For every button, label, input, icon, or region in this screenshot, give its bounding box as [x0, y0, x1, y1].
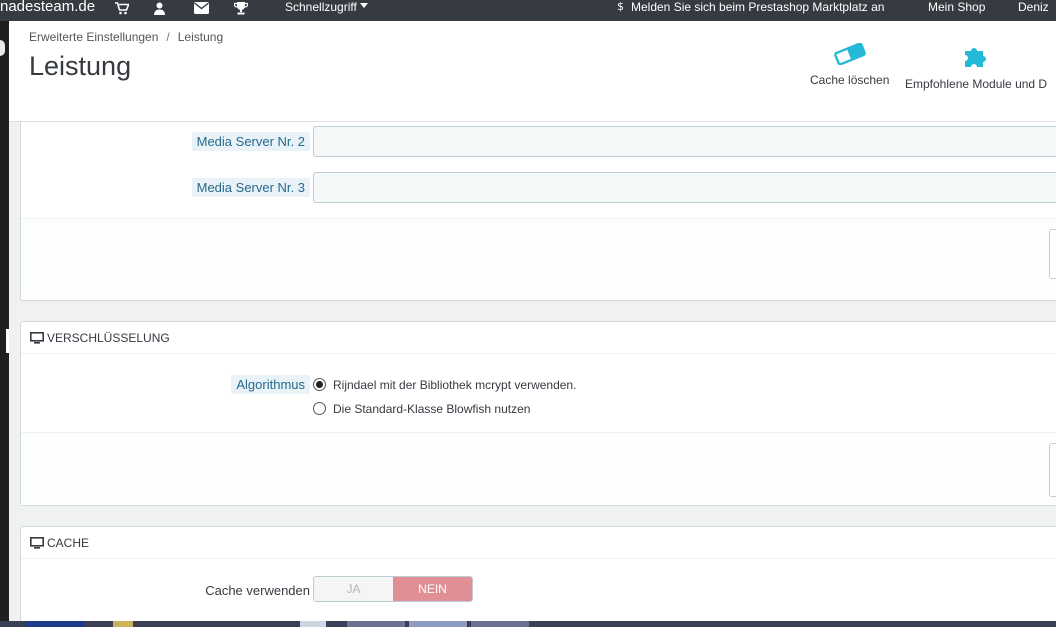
taskbar-app-active[interactable]	[409, 621, 467, 627]
use-cache-no[interactable]: NEIN	[393, 577, 472, 601]
algorithm-label: Algorithmus	[231, 375, 310, 394]
algorithm-option-blowfish[interactable]: Die Standard-Klasse Blowfish nutzen	[313, 402, 530, 416]
media-server-2-label: Media Server Nr. 2	[191, 132, 310, 151]
cache-panel-heading: CACHE	[21, 527, 1056, 559]
my-shop-link[interactable]: Mein Shop	[928, 0, 985, 14]
clear-cache-label: Cache löschen	[810, 73, 890, 87]
breadcrumb-item-advanced-settings[interactable]: Erweiterte Einstellungen	[29, 30, 158, 44]
media-servers-panel: Media Server Nr. 2 Media Server Nr. 3	[20, 122, 1056, 301]
media-server-2-input[interactable]	[313, 126, 1056, 157]
use-cache-switch[interactable]: JA NEIN	[313, 576, 473, 602]
user-icon[interactable]	[153, 2, 169, 16]
employee-menu[interactable]: Deniz	[1018, 0, 1049, 14]
envelope-icon[interactable]	[194, 2, 210, 16]
chevron-down-icon	[359, 3, 368, 9]
recommended-modules-label: Empfohlene Module und D	[905, 77, 1048, 91]
taskbar-app[interactable]	[347, 621, 405, 627]
puzzle-icon	[965, 48, 987, 67]
encryption-panel-heading: VERSCHLÜSSELUNG	[21, 322, 1056, 354]
sidebar-edge	[0, 21, 9, 621]
main-content: Media Server Nr. 2 Media Server Nr. 3 VE…	[9, 122, 1056, 621]
currency-icon: $	[617, 0, 624, 13]
radio-unchecked-icon[interactable]	[313, 402, 326, 415]
clear-cache-button[interactable]: Cache löschen	[810, 43, 889, 87]
cart-icon[interactable]	[115, 2, 131, 16]
desktop-icon	[30, 537, 44, 549]
marketplace-login-link[interactable]: $ Melden Sie sich beim Prestashop Marktpl…	[617, 0, 884, 14]
taskbar-app[interactable]	[471, 621, 529, 627]
use-cache-yes[interactable]: JA	[314, 577, 393, 601]
taskbar-app[interactable]	[300, 621, 326, 627]
cache-panel: CACHE Cache verwenden JA NEIN	[20, 526, 1056, 621]
page-title: Leistung	[29, 51, 132, 81]
radio-checked-icon[interactable]	[313, 378, 326, 391]
save-button[interactable]	[1049, 443, 1056, 497]
algorithm-option-rijndael[interactable]: Rijndael mit der Bibliothek mcrypt verwe…	[313, 378, 576, 392]
breadcrumb: Erweiterte Einstellungen / Leistung	[29, 30, 224, 44]
sidebar-toggle[interactable]	[0, 40, 5, 56]
os-taskbar	[0, 621, 1056, 627]
encryption-panel: VERSCHLÜSSELUNG Algorithmus Rijndael mit…	[20, 321, 1056, 506]
shop-brand-link[interactable]: nadesteam.de	[0, 0, 95, 15]
use-cache-label: Cache verwenden	[205, 583, 310, 598]
media-servers-panel-footer	[21, 218, 1056, 290]
encryption-panel-footer	[21, 432, 1056, 505]
recommended-modules-button[interactable]: Empfohlene Module und D	[905, 43, 1047, 91]
svg-text:$: $	[617, 0, 624, 12]
page-header: Erweiterte Einstellungen / Leistung Leistu…	[9, 21, 1056, 122]
save-button[interactable]	[1049, 229, 1056, 279]
eraser-icon	[833, 43, 866, 65]
top-admin-bar: nadesteam.de Schnellzugriff $ Melden Sie …	[0, 0, 1056, 21]
breadcrumb-item-performance[interactable]: Leistung	[178, 30, 223, 44]
trophy-icon[interactable]	[233, 2, 250, 16]
taskbar-app[interactable]	[113, 621, 133, 627]
taskbar-app[interactable]	[25, 621, 83, 627]
media-server-3-label: Media Server Nr. 3	[191, 178, 310, 197]
quick-access-menu[interactable]: Schnellzugriff	[285, 0, 368, 14]
desktop-icon	[30, 332, 44, 344]
media-server-3-input[interactable]	[313, 172, 1056, 203]
